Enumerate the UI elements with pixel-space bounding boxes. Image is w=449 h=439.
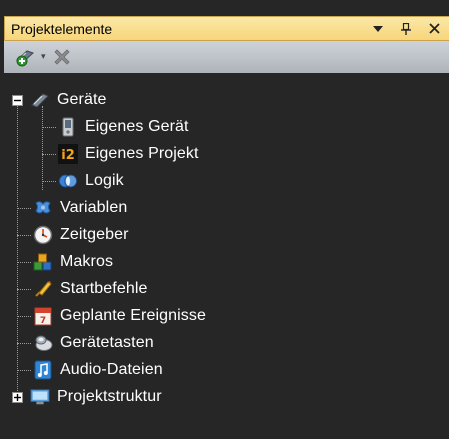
i2-project-icon: i2	[58, 144, 78, 164]
tree-branch	[17, 262, 31, 263]
logic-icon	[58, 171, 78, 191]
tree-item-label: Makros	[60, 253, 114, 270]
variables-icon	[33, 198, 53, 218]
tree-item-label: Eigenes Projekt	[85, 145, 199, 162]
panel-pin-button[interactable]	[395, 18, 417, 40]
tree-item-label: Geplante Ereignisse	[60, 307, 206, 324]
tree-branch	[17, 289, 31, 290]
tree-branch	[42, 154, 56, 155]
tree-item-zeitgeber[interactable]: Zeitgeber	[33, 222, 129, 248]
audio-files-icon	[33, 360, 53, 380]
tree-item-variablen[interactable]: Variablen	[33, 195, 127, 221]
tree-item-label: Zeitgeber	[60, 226, 129, 243]
tree-item-label: Geräte	[57, 91, 107, 108]
tree-item-makros[interactable]: Makros	[33, 249, 113, 275]
add-device-icon	[16, 50, 34, 67]
device-icon	[58, 117, 78, 137]
macros-icon	[33, 252, 53, 272]
pin-icon	[401, 22, 411, 35]
panel-title: Projektelemente	[11, 20, 113, 37]
collapse-geraete-toggle[interactable]	[12, 95, 23, 106]
scheduled-events-icon: 7	[33, 306, 53, 326]
project-tree: Geräte Eigenes Gerät i2 Eigenes Projekt	[4, 73, 449, 439]
panel-close-button[interactable]	[423, 18, 445, 40]
plus-icon	[14, 394, 21, 401]
tree-line-main	[17, 106, 18, 401]
delete-icon	[53, 49, 70, 65]
tree-item-eigenes-projekt[interactable]: i2 Eigenes Projekt	[58, 141, 199, 167]
tree-item-label: Audio-Dateien	[60, 361, 163, 378]
add-dropdown-arrow-icon[interactable]: ▾	[41, 52, 46, 62]
tree-branch	[17, 235, 31, 236]
tree-item-geraetetasten[interactable]: Gerätetasten	[33, 330, 154, 356]
tree-branch	[17, 370, 31, 371]
tree-item-label: Startbefehle	[60, 280, 148, 297]
project-structure-icon	[30, 387, 50, 407]
svg-text:7: 7	[40, 316, 46, 326]
panel-titlebar: Projektelemente	[4, 16, 449, 41]
delete-button[interactable]	[52, 47, 72, 67]
tree-branch	[42, 181, 56, 182]
tree-item-startbefehle[interactable]: Startbefehle	[33, 276, 147, 302]
tree-item-logik[interactable]: Logik	[58, 168, 124, 194]
tree-item-projektstruktur[interactable]: Projektstruktur	[30, 384, 162, 410]
project-elements-panel: Projektelemente ▾ Geräte Eigenes Gerät i…	[0, 0, 449, 439]
panel-dropdown-button[interactable]	[367, 18, 389, 40]
minus-icon	[14, 99, 21, 102]
tree-item-eigenes-geraet[interactable]: Eigenes Gerät	[58, 114, 189, 140]
tree-item-label: Logik	[85, 172, 124, 189]
svg-text:i2: i2	[61, 148, 75, 163]
tree-item-label: Projektstruktur	[57, 388, 162, 405]
devices-icon	[30, 90, 50, 110]
tree-branch	[42, 127, 56, 128]
expand-projektstruktur-toggle[interactable]	[12, 392, 23, 403]
tree-item-audio-dateien[interactable]: Audio-Dateien	[33, 357, 163, 383]
dropdown-arrow-icon	[373, 25, 383, 32]
timer-icon	[33, 225, 53, 245]
tree-item-label: Variablen	[60, 199, 128, 216]
add-device-button[interactable]	[14, 47, 38, 67]
tree-item-geraete[interactable]: Geräte	[30, 87, 107, 113]
startup-commands-icon	[33, 279, 53, 299]
tree-branch	[17, 208, 31, 209]
panel-toolbar: ▾	[4, 41, 449, 73]
device-keys-icon	[33, 333, 53, 353]
close-icon	[428, 23, 440, 34]
tree-line-children	[42, 106, 43, 190]
tree-item-geplante-ereignisse[interactable]: 7 Geplante Ereignisse	[33, 303, 206, 329]
tree-item-label: Gerätetasten	[60, 334, 154, 351]
tree-branch	[17, 316, 31, 317]
tree-branch	[17, 343, 31, 344]
tree-item-label: Eigenes Gerät	[85, 118, 189, 135]
